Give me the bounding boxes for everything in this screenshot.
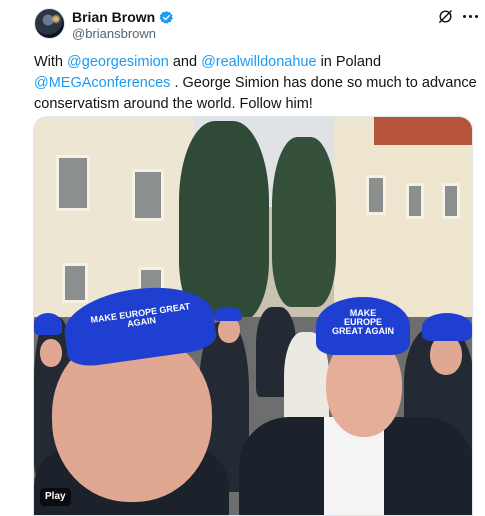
mention-link[interactable]: @realwilldonahue [201, 54, 316, 70]
more-options-icon[interactable] [460, 8, 480, 25]
tweet-card: Brian Brown @briansbrown With @georgesim… [0, 0, 485, 516]
video-face [430, 335, 462, 375]
video-window [406, 183, 424, 219]
tweet-text-segment: in Poland [316, 54, 382, 70]
video-window [442, 183, 460, 219]
video-window [132, 169, 164, 221]
play-badge[interactable]: Play [40, 488, 71, 506]
video-roof [374, 117, 472, 145]
video-cap [34, 313, 62, 335]
tweet-video[interactable]: MAKE EUROPE GREAT AGAIN MAKE EUROPE GREA… [33, 116, 473, 516]
video-window [62, 263, 88, 303]
avatar-highlight [51, 14, 61, 24]
verified-badge-icon [159, 10, 174, 24]
video-right-cap-text: MAKE EUROPE GREAT AGAIN [332, 308, 394, 336]
grok-icon[interactable] [437, 8, 454, 25]
mention-link[interactable]: @MEGAconferences [34, 75, 170, 91]
mention-link[interactable]: @georgesimion [67, 54, 169, 70]
author-display-name[interactable]: Brian Brown [72, 9, 155, 26]
tweet-text-segment: and [168, 54, 202, 70]
author-handle[interactable]: @briansbrown [72, 26, 156, 41]
video-window [366, 175, 386, 215]
video-face [40, 339, 62, 367]
tweet-text: With @georgesimion and @realwilldonahue … [34, 52, 482, 115]
video-cap [214, 307, 242, 321]
author-name-row: Brian Brown [72, 9, 174, 26]
video-cap [422, 313, 472, 341]
video-building-left [34, 117, 194, 317]
video-window [56, 155, 90, 211]
video-tree [179, 121, 269, 321]
tweet-text-segment: With [34, 54, 68, 70]
author-avatar[interactable] [34, 8, 65, 39]
video-tree [272, 137, 336, 307]
